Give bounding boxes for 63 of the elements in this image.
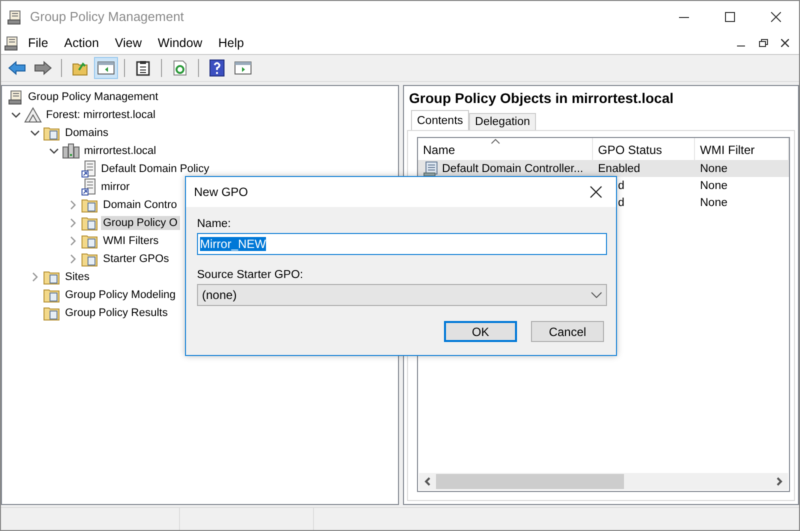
folder-icon: [43, 305, 61, 321]
shortcut-document-icon: [81, 160, 97, 178]
field-label: Source Starter GPO:: [197, 269, 304, 281]
folder-icon: [43, 269, 61, 285]
folder-icon: [81, 233, 99, 249]
close-icon: [771, 12, 781, 22]
triangle-icon: [24, 107, 42, 123]
table-cell: Enabled: [598, 162, 640, 174]
table-cell: None: [700, 180, 728, 192]
menu-item[interactable]: Help: [218, 34, 252, 52]
ok-button[interactable]: OK: [444, 321, 517, 342]
menu-item[interactable]: Window: [158, 34, 210, 52]
scroll-icon: [7, 8, 23, 24]
tree-item[interactable]: Forest: mirrortest.local: [44, 108, 158, 122]
name-field[interactable]: Mirror_NEW: [197, 233, 607, 255]
tab[interactable]: Contents: [411, 110, 470, 130]
tree-item[interactable]: Default Domain Policy: [99, 162, 212, 176]
table-cell: d: [618, 180, 624, 192]
table-cell: d: [618, 196, 624, 208]
folder-icon: [81, 251, 99, 267]
tab[interactable]: Delegation: [469, 113, 536, 130]
folder-icon: [81, 197, 99, 213]
scroll-icon: [8, 89, 24, 105]
dialog-title: New GPO: [194, 185, 248, 199]
tree-item[interactable]: WMI Filters: [101, 234, 161, 248]
tree-item[interactable]: Group Policy Results: [63, 306, 170, 320]
scrollbar-thumb[interactable]: [436, 474, 624, 489]
starter-gpo-dropdown[interactable]: (none): [197, 284, 607, 306]
menu-item[interactable]: File: [28, 34, 56, 52]
tree-item[interactable]: Starter GPOs: [101, 252, 172, 266]
menu-item[interactable]: Action: [64, 34, 107, 52]
table-cell: Default Domain Controller...: [442, 162, 584, 174]
tree-item[interactable]: Group Policy O: [101, 216, 180, 230]
selected-row[interactable]: Default Domain Controller... Enabled None: [418, 160, 789, 177]
tree-item[interactable]: Sites: [63, 270, 92, 284]
field-label: Name:: [197, 218, 232, 230]
close-icon: [590, 186, 602, 198]
shortcut-document-icon: [81, 178, 97, 196]
folder-icon: [81, 215, 99, 231]
cancel-button[interactable]: Cancel: [531, 321, 604, 342]
restore-icon: [758, 39, 768, 47]
maximize-icon: [725, 12, 735, 22]
scroll-icon: [423, 160, 439, 176]
close-icon: [781, 39, 789, 47]
table-cell: None: [700, 196, 728, 208]
server-icon: [62, 143, 80, 159]
table-cell: None: [700, 162, 728, 174]
folder-icon: [43, 287, 61, 303]
tree-item[interactable]: mirror: [99, 180, 132, 194]
tree-item[interactable]: Domain Contro: [101, 198, 179, 212]
pane-icon[interactable]: [94, 57, 118, 79]
horizontal-scrollbar[interactable]: [419, 473, 788, 490]
tree-item[interactable]: Group Policy Modeling: [63, 288, 178, 302]
window-title: Group Policy Management: [30, 9, 184, 24]
caret-icon: [591, 292, 602, 298]
menu-item[interactable]: View: [114, 34, 150, 52]
tree-item[interactable]: mirrortest.local: [82, 144, 158, 158]
minimize-icon: [737, 45, 745, 47]
folder-icon: [43, 125, 61, 141]
scroll-icon[interactable]: [4, 35, 20, 51]
tree-item[interactable]: Domains: [63, 126, 110, 140]
tree-item[interactable]: Group Policy Management: [26, 90, 160, 104]
pane-title: Group Policy Objects in mirrortest.local: [408, 89, 675, 108]
